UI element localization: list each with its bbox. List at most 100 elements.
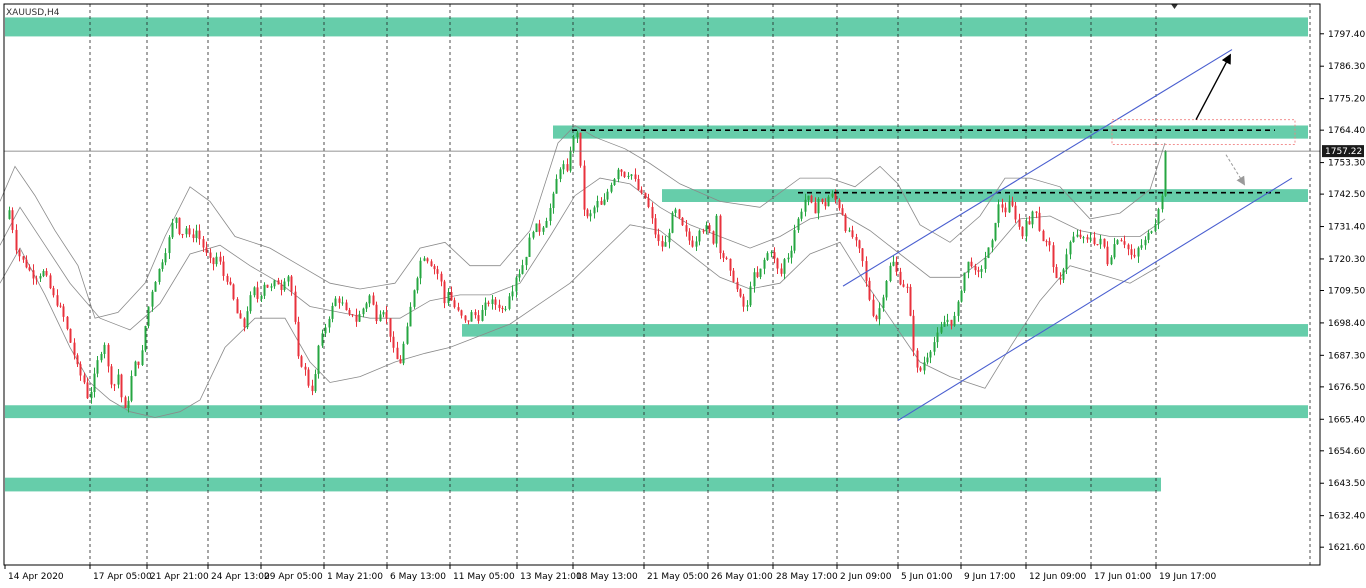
- candle-bear: [1018, 219, 1021, 227]
- candle-bear: [861, 248, 864, 262]
- candle-bear: [62, 306, 65, 317]
- candle-bull: [793, 230, 796, 251]
- candle-bear: [872, 299, 875, 316]
- x-tick-label: 6 May 13:00: [390, 572, 446, 582]
- candle-bull: [324, 327, 327, 334]
- candle-bear: [498, 304, 501, 308]
- candle-bear: [1042, 230, 1045, 242]
- price-chart[interactable]: 1797.40 1786.30 1775.20 1764.40 1753.30 1742.…: [0, 0, 1366, 588]
- candle-bear: [838, 199, 841, 209]
- candle-bull: [141, 350, 144, 366]
- candle-bear: [651, 206, 654, 219]
- candle-bear: [348, 310, 351, 315]
- candle-bear: [18, 250, 21, 257]
- candle-bull: [817, 198, 820, 214]
- candle-bull: [790, 250, 793, 258]
- y-tick-label: 1665.40: [1328, 415, 1365, 425]
- candle-bull: [382, 312, 385, 315]
- candle-bear: [708, 225, 711, 232]
- chart-canvas[interactable]: 1797.40 1786.30 1775.20 1764.40 1753.30 1742.…: [0, 0, 1366, 588]
- candle-bull: [484, 302, 487, 310]
- candle-bear: [756, 272, 759, 277]
- candle-bear: [851, 230, 854, 238]
- candle-bull: [365, 303, 368, 309]
- candle-bull: [800, 211, 803, 219]
- y-tick-label: 1676.50: [1328, 383, 1365, 393]
- candle-bull: [185, 228, 188, 235]
- candle-bull: [246, 311, 249, 328]
- x-tick-label: 21 Apr 21:00: [150, 572, 209, 582]
- candle-bear: [844, 214, 847, 232]
- candle-bull: [589, 213, 592, 217]
- x-tick-label: 12 Jun 09:00: [1029, 572, 1086, 582]
- candle-bear: [66, 316, 69, 329]
- candle-bull: [929, 351, 932, 358]
- candle-bear: [375, 304, 378, 322]
- candle-bear: [834, 193, 837, 200]
- candle-bear: [742, 296, 745, 307]
- candle-bear: [579, 132, 582, 166]
- candle-bear: [300, 356, 303, 367]
- candle-bull: [804, 199, 807, 212]
- candle-bear: [1093, 237, 1096, 245]
- candle-bear: [647, 198, 650, 207]
- candle-bear: [657, 234, 660, 242]
- candle-bear: [399, 359, 402, 364]
- candle-bull: [882, 297, 885, 309]
- candle-bull: [1082, 237, 1085, 239]
- candle-bull: [997, 204, 1000, 223]
- candle-bull: [1140, 245, 1143, 248]
- candle-bull: [409, 306, 412, 327]
- candle-bear: [1127, 244, 1130, 250]
- candle-bear: [372, 295, 375, 305]
- candle-bull: [940, 326, 943, 333]
- candle-bull: [147, 306, 150, 327]
- candle-bear: [355, 314, 358, 322]
- candle-bull: [491, 299, 494, 305]
- candle-bear: [821, 198, 824, 203]
- candle-bull: [630, 174, 633, 176]
- candle-bear: [450, 292, 453, 301]
- candle-bull: [943, 322, 946, 327]
- candle-bear: [678, 209, 681, 218]
- candle-bull: [508, 296, 511, 309]
- candle-bull: [100, 353, 103, 361]
- candle-bull: [518, 273, 521, 278]
- candle-bull: [957, 301, 960, 316]
- candle-bull: [613, 179, 616, 185]
- candle-bear: [977, 270, 980, 272]
- candle-bear: [137, 361, 140, 366]
- candle-bull: [885, 280, 888, 298]
- candle-bear: [586, 209, 589, 217]
- candle-bull: [787, 257, 790, 260]
- candle-bull: [695, 241, 698, 247]
- candle-bull: [447, 292, 450, 304]
- candle-bear: [712, 231, 715, 244]
- x-tick-label: 17 Jun 01:00: [1094, 572, 1151, 582]
- candle-bear: [1048, 241, 1051, 246]
- candle-bear: [1133, 254, 1136, 257]
- candle-bear: [477, 315, 480, 321]
- candle-bear: [436, 269, 439, 274]
- x-tick-label: 18 May 13:00: [576, 572, 638, 582]
- candle-bull: [423, 258, 426, 261]
- candle-bull: [603, 199, 606, 205]
- candle-bull: [617, 169, 620, 180]
- candle-bear: [906, 286, 909, 288]
- candle-bear: [501, 307, 504, 309]
- candle-bull: [674, 209, 677, 213]
- candle-bull: [151, 291, 154, 307]
- candle-bear: [583, 165, 586, 210]
- candle-bull: [273, 280, 276, 287]
- candle-bull: [1099, 238, 1102, 245]
- candle-bull: [766, 253, 769, 260]
- candle-bear: [56, 295, 59, 306]
- candle-bull: [96, 360, 99, 374]
- candle-bear: [685, 225, 688, 232]
- candle-bear: [773, 252, 776, 259]
- candle-bull: [1116, 240, 1119, 245]
- y-tick-label: 1632.40: [1328, 512, 1365, 522]
- candle-bear: [59, 305, 62, 307]
- candle-bear: [86, 382, 89, 399]
- candle-bull: [967, 261, 970, 273]
